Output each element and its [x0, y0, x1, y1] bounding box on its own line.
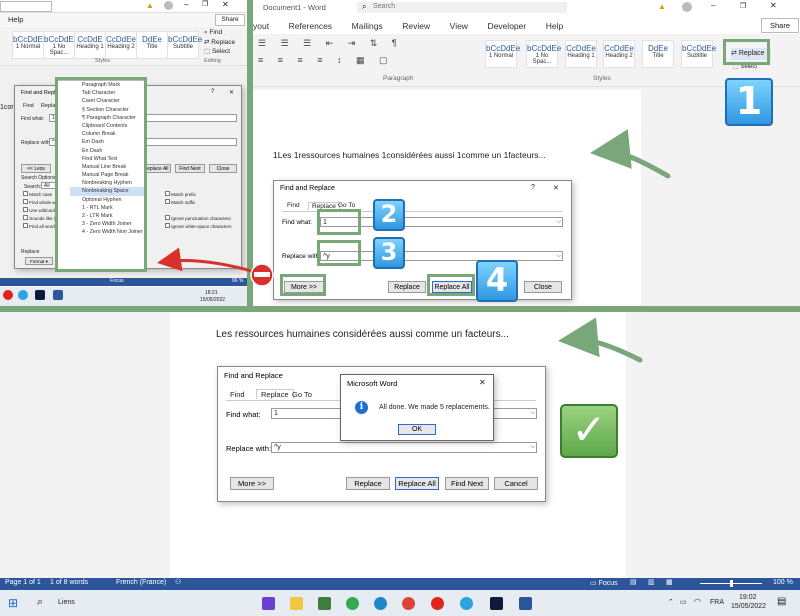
green-arrow-bottom: [558, 317, 643, 363]
no-entry-icon: [250, 263, 274, 287]
annotation-overlay: [157, 129, 671, 363]
green-arrow-top: [590, 129, 671, 179]
red-arrow: [157, 247, 257, 274]
